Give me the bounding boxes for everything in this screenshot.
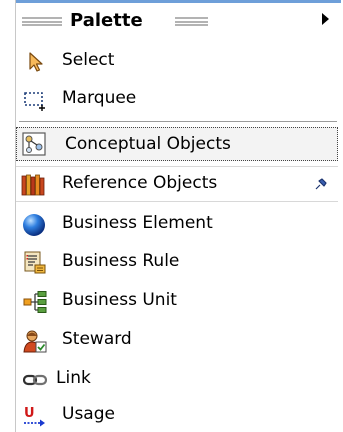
conceptual-objects-icon [22,132,46,156]
tool-link[interactable]: Link [16,362,338,396]
svg-text:U: U [24,406,35,421]
tool-steward[interactable]: Steward [16,323,338,357]
tool-marquee[interactable]: Marquee [16,82,338,116]
tool-select[interactable]: Select [16,44,338,78]
tool-business-unit-label: Business Unit [62,290,177,310]
tool-select-label: Select [62,50,115,70]
arrow-select-icon [29,52,43,72]
drawer-conceptual-objects[interactable]: Conceptual Objects [16,127,338,161]
tool-marquee-label: Marquee [62,88,137,108]
tool-business-element[interactable]: Business Element [16,207,338,241]
palette-title: Palette [70,10,143,31]
pin-icon[interactable] [312,177,330,193]
tool-business-unit[interactable]: Business Unit [16,284,338,318]
books-icon [21,174,45,196]
drawer-reference-objects[interactable]: Reference Objects [16,166,338,202]
marquee-icon [24,92,45,111]
tool-usage[interactable]: U Usage [16,398,338,432]
palette-menu-arrow-icon[interactable] [322,13,329,25]
tool-link-label: Link [56,368,91,388]
drawer-reference-objects-label: Reference Objects [62,173,218,193]
link-chain-icon [23,374,47,386]
palette-divider [19,121,337,122]
tool-steward-label: Steward [62,329,132,349]
usage-arrow-icon: U [24,406,45,427]
palette-header[interactable]: Palette [16,8,341,34]
business-rule-icon [24,251,46,274]
tool-business-rule-label: Business Rule [62,251,180,271]
palette-panel: Palette Select Marquee Conceptual Object… [15,0,341,432]
org-chart-icon [23,291,47,313]
blue-sphere-icon [23,214,45,236]
drawer-conceptual-objects-label: Conceptual Objects [65,134,231,154]
tool-business-element-label: Business Element [62,213,213,233]
steward-person-icon [23,330,47,353]
grip-lines-right [175,17,208,26]
tool-usage-label: Usage [62,404,115,424]
tool-business-rule[interactable]: Business Rule [16,245,338,279]
grip-lines-left [22,17,62,26]
